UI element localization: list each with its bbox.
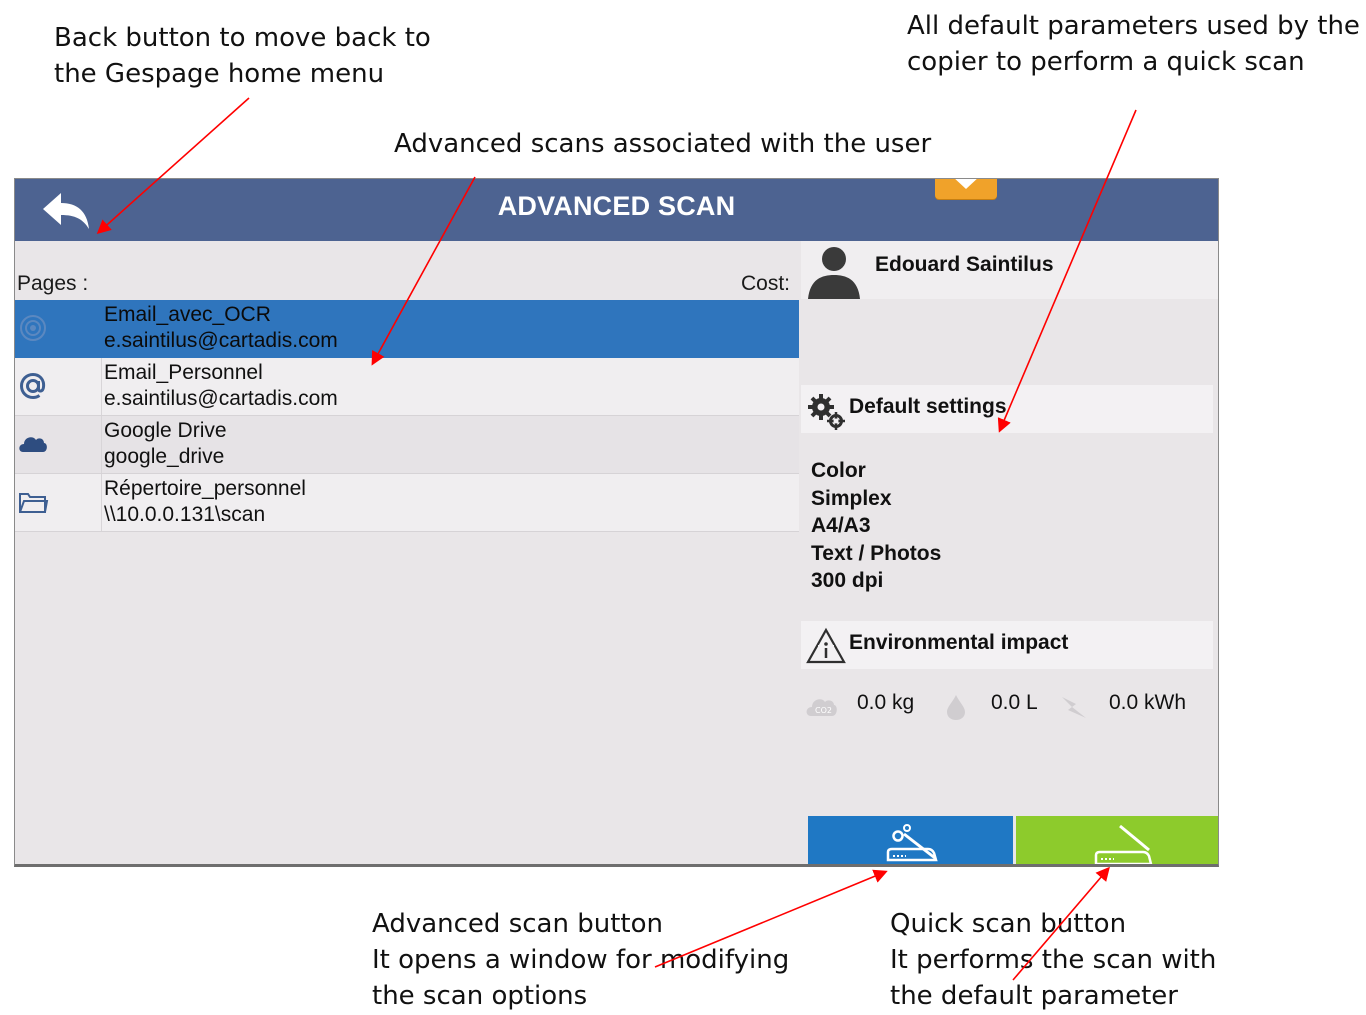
annotation-defaults-line-1: All default parameters used by the bbox=[907, 11, 1360, 41]
advanced-scan-button[interactable] bbox=[808, 816, 1013, 864]
advanced-scan-list: Email_avec_OCR e.saintilus@cartadis.com … bbox=[15, 300, 799, 532]
gears-icon bbox=[808, 394, 845, 430]
cloud-icon bbox=[19, 437, 47, 452]
scanner-settings-icon bbox=[886, 824, 938, 862]
recycle-info-icon bbox=[806, 627, 846, 664]
device-screen: ADVANCED SCAN Pages : Cost: Email_avec_O… bbox=[14, 178, 1219, 867]
annotation-advanced-button-line-3: the scan options bbox=[372, 981, 588, 1011]
user-avatar-icon bbox=[808, 247, 860, 299]
setting-sides: Simplex bbox=[811, 486, 892, 510]
setting-mode: Text / Photos bbox=[811, 541, 942, 565]
water-value: 0.0 L bbox=[991, 691, 1038, 714]
default-settings-header: Default settings bbox=[801, 385, 1213, 433]
list-item-destination: e.saintilus@cartadis.com bbox=[104, 329, 338, 352]
annotation-quick-button-line-2: It performs the scan with bbox=[890, 945, 1217, 975]
email-ocr-icon bbox=[20, 315, 46, 341]
dropdown-tab[interactable] bbox=[935, 179, 997, 199]
at-sign-icon bbox=[19, 372, 46, 400]
user-name: Edouard Saintilus bbox=[875, 253, 1054, 276]
row-divider bbox=[101, 474, 102, 531]
annotation-advanced-scans-line: Advanced scans associated with the user bbox=[394, 129, 932, 159]
annotation-advanced-button-line-2: It opens a window for modifying bbox=[372, 945, 790, 975]
quick-scan-button[interactable] bbox=[1016, 816, 1218, 864]
water-drop-icon bbox=[947, 695, 965, 720]
annotation-back-line-1: Back button to move back to bbox=[54, 23, 431, 53]
setting-color: Color bbox=[811, 459, 866, 482]
list-item-destination: google_drive bbox=[104, 445, 225, 468]
annotation-back: Back button to move back to the Gespage … bbox=[54, 20, 447, 92]
co2-value: 0.0 kg bbox=[857, 691, 915, 714]
header-bar: ADVANCED SCAN bbox=[15, 179, 1218, 241]
row-divider bbox=[101, 300, 102, 357]
scanner-icon bbox=[1094, 824, 1153, 864]
dropdown-tab-icon bbox=[952, 179, 980, 189]
cost-label: Cost: bbox=[741, 272, 791, 295]
row-divider bbox=[101, 416, 102, 473]
list-item[interactable]: Répertoire_personnel \\10.0.0.131\scan bbox=[15, 474, 799, 532]
user-info: Edouard Saintilus bbox=[801, 241, 1218, 299]
lightning-icon bbox=[1062, 697, 1086, 718]
svg-text:CO2: CO2 bbox=[815, 706, 832, 715]
annotation-defaults: All default parameters used by the copie… bbox=[907, 8, 1362, 80]
default-settings-list: Color Simplex A4/A3 Text / Photos 300 dp… bbox=[811, 457, 941, 595]
default-settings-title: Default settings bbox=[849, 395, 1007, 418]
list-item[interactable]: Email_Personnel e.saintilus@cartadis.com bbox=[15, 358, 799, 416]
page-title: ADVANCED SCAN bbox=[497, 191, 736, 221]
list-item-destination: e.saintilus@cartadis.com bbox=[104, 387, 338, 410]
annotation-advanced-button-line-1: Advanced scan button bbox=[372, 909, 663, 939]
annotation-quick-button-line-3: the default parameter bbox=[890, 981, 1178, 1011]
list-item-name: Email_avec_OCR bbox=[104, 303, 271, 326]
environmental-impact-values: CO2 0.0 kg 0.0 L 0.0 kWh bbox=[801, 687, 1213, 727]
info-panel: Edouard Saintilus Default settings Color… bbox=[801, 241, 1218, 811]
co2-cloud-icon: CO2 bbox=[806, 699, 837, 716]
row-divider bbox=[101, 358, 102, 415]
annotation-advanced-scans: Advanced scans associated with the user bbox=[394, 126, 931, 162]
annotation-defaults-line-2: copier to perform a quick scan bbox=[907, 47, 1305, 77]
annotation-back-line-2: the Gespage home menu bbox=[54, 59, 385, 89]
environmental-impact-header: Environmental impact bbox=[801, 621, 1213, 669]
folder-icon bbox=[19, 493, 49, 513]
list-item-name: Répertoire_personnel bbox=[104, 477, 306, 500]
list-item[interactable]: Email_avec_OCR e.saintilus@cartadis.com bbox=[15, 300, 799, 358]
energy-value: 0.0 kWh bbox=[1109, 691, 1187, 714]
list-item[interactable]: Google Drive google_drive bbox=[15, 416, 799, 474]
list-item-destination: \\10.0.0.131\scan bbox=[104, 503, 266, 526]
pages-label: Pages : bbox=[17, 272, 89, 295]
annotation-advanced-button: Advanced scan button It opens a window f… bbox=[372, 906, 802, 1014]
setting-resolution: 300 dpi bbox=[811, 569, 884, 592]
annotation-quick-button: Quick scan button It performs the scan w… bbox=[890, 906, 1248, 1014]
list-item-name: Google Drive bbox=[104, 419, 227, 442]
list-item-name: Email_Personnel bbox=[104, 361, 263, 384]
environmental-impact-title: Environmental impact bbox=[849, 631, 1069, 654]
setting-paper-size: A4/A3 bbox=[811, 514, 871, 537]
annotation-quick-button-line-1: Quick scan button bbox=[890, 909, 1127, 939]
